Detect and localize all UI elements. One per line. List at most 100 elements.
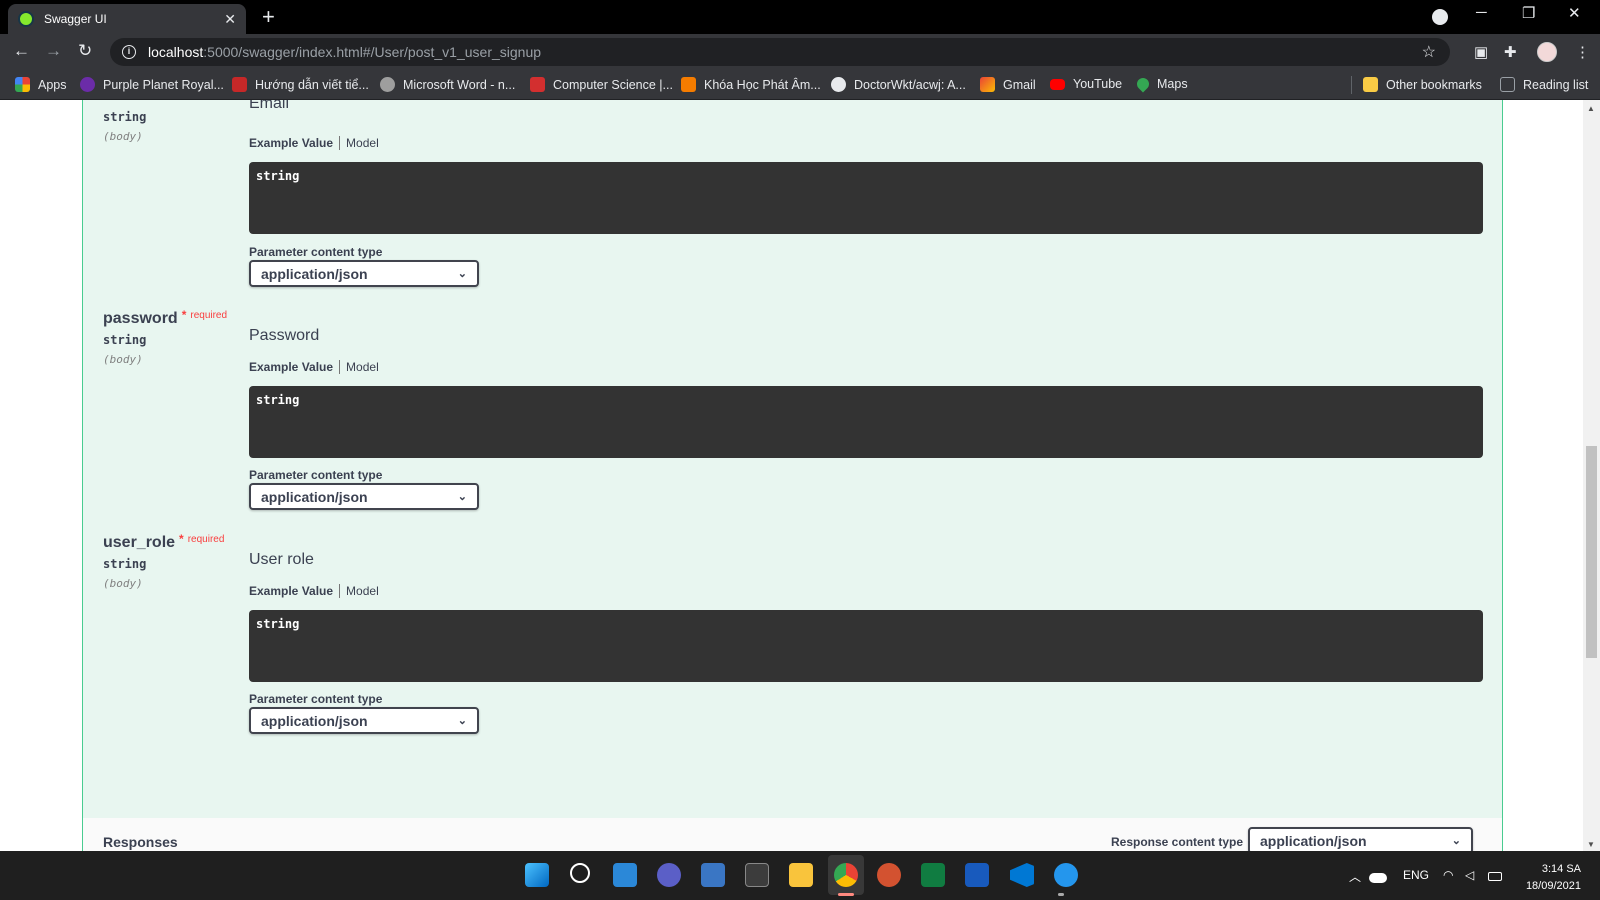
email-example-tabs: Example Value Model xyxy=(249,136,379,150)
password-example-value-tab[interactable]: Example Value xyxy=(249,360,341,374)
password-example-tabs: Example Value Model xyxy=(249,360,379,374)
word-icon[interactable] xyxy=(965,863,989,887)
input-language[interactable]: ENG xyxy=(1403,868,1429,882)
battery-icon[interactable] xyxy=(1488,872,1502,881)
file-explorer-icon[interactable] xyxy=(789,863,813,887)
restore-icon[interactable]: ❐ xyxy=(1522,4,1535,22)
bookmarks-separator xyxy=(1351,76,1352,94)
tray-chevron-up-icon[interactable]: ︿ xyxy=(1349,868,1361,885)
volume-icon[interactable]: ◁ xyxy=(1465,868,1474,882)
new-tab-button[interactable]: + xyxy=(262,5,275,29)
performance-monitor-icon[interactable] xyxy=(701,863,725,887)
email-description: Email xyxy=(249,100,290,112)
scroll-up-icon[interactable]: ▲ xyxy=(1587,104,1595,113)
title-bar: Swagger UI ✕ + ─ ❐ ✕ xyxy=(0,0,1600,34)
bookmark-star-icon[interactable]: ☆ xyxy=(1422,42,1436,62)
menu-kebab-icon[interactable]: ⋮ xyxy=(1575,43,1590,61)
bookmark-gmail[interactable]: Gmail xyxy=(980,77,1036,92)
email-example-code[interactable]: string xyxy=(249,162,1483,234)
scrollbar-thumb[interactable] xyxy=(1586,446,1597,658)
docker-running-indicator xyxy=(1058,893,1064,896)
email-in: (body) xyxy=(103,130,143,143)
response-content-type-select[interactable]: application/json ⌄ xyxy=(1248,827,1473,851)
clock-date: 18/09/2021 xyxy=(1525,880,1581,892)
user-role-param-name: user_role * required xyxy=(103,532,225,551)
bookmark-microsoft-word[interactable]: Microsoft Word - n... xyxy=(380,77,515,92)
scroll-down-icon[interactable]: ▼ xyxy=(1587,840,1595,849)
terminal-icon[interactable] xyxy=(745,863,769,887)
bookmark-github-acwj[interactable]: DoctorWkt/acwj: A... xyxy=(831,77,966,92)
bookmark-other[interactable]: Other bookmarks xyxy=(1363,77,1482,92)
close-window-icon[interactable]: ✕ xyxy=(1568,4,1581,22)
chevron-down-icon: ⌄ xyxy=(1451,835,1461,847)
user-role-content-type-select[interactable]: application/json ⌄ xyxy=(249,707,479,734)
back-icon[interactable]: ← xyxy=(13,42,30,60)
chevron-down-icon: ⌄ xyxy=(457,715,467,727)
computer-science-icon xyxy=(530,77,545,92)
email-content-type-select[interactable]: application/json ⌄ xyxy=(249,260,479,287)
minimize-icon[interactable]: ─ xyxy=(1476,4,1487,21)
address-bar[interactable]: i localhost:5000/swagger/index.html#/Use… xyxy=(110,38,1450,66)
email-type: string xyxy=(103,110,147,124)
site-info-icon[interactable]: i xyxy=(122,45,136,59)
search-icon[interactable] xyxy=(570,863,590,883)
browser-toolbar: ← → ↻ i localhost:5000/swagger/index.htm… xyxy=(0,34,1600,70)
apps-grid-icon xyxy=(15,77,30,92)
teams-chat-icon[interactable] xyxy=(657,863,681,887)
url-path: :5000/swagger/index.html#/User/post_v1_u… xyxy=(203,44,542,60)
docker-icon[interactable] xyxy=(1054,863,1078,887)
user-role-example-value-tab[interactable]: Example Value xyxy=(249,584,341,598)
maps-pin-icon xyxy=(1134,75,1152,93)
forward-icon[interactable]: → xyxy=(45,42,62,60)
tab-close-icon[interactable]: ✕ xyxy=(224,11,236,28)
huong-dan-icon xyxy=(232,77,247,92)
profile-avatar[interactable] xyxy=(1537,42,1557,62)
bookmark-purple-planet[interactable]: Purple Planet Royal... xyxy=(80,77,224,92)
user-role-model-tab[interactable]: Model xyxy=(340,584,379,598)
media-icon[interactable]: ▣ xyxy=(1474,43,1488,61)
browser-tab[interactable]: Swagger UI ✕ xyxy=(8,4,246,34)
password-example-code[interactable]: string xyxy=(249,386,1483,458)
responses-header: Responses Response content type applicat… xyxy=(82,818,1503,851)
email-example-value-tab[interactable]: Example Value xyxy=(249,136,341,150)
chevron-down-icon: ⌄ xyxy=(457,491,467,503)
user-role-example-tabs: Example Value Model xyxy=(249,584,379,598)
tab-title: Swagger UI xyxy=(44,12,107,26)
swagger-favicon-icon xyxy=(18,11,34,27)
clock-time: 3:14 SA xyxy=(1541,863,1581,875)
reload-icon[interactable]: ↻ xyxy=(78,42,92,60)
excel-icon[interactable] xyxy=(921,863,945,887)
extensions-icon[interactable]: ✚ xyxy=(1504,43,1517,61)
user-role-content-type-label: Parameter content type xyxy=(249,692,383,706)
bookmarks-bar: Apps Purple Planet Royal... Hướng dẫn vi… xyxy=(0,70,1600,100)
url-host: localhost xyxy=(148,44,204,60)
gmail-icon xyxy=(980,77,995,92)
bookmark-maps[interactable]: Maps xyxy=(1134,75,1188,93)
bookmark-reading-list[interactable]: Reading list xyxy=(1500,77,1588,92)
user-role-example-code[interactable]: string xyxy=(249,610,1483,682)
bookmark-apps[interactable]: Apps xyxy=(15,77,67,92)
responses-title: Responses xyxy=(103,834,178,850)
purple-planet-icon xyxy=(80,77,95,92)
email-content-type-label: Parameter content type xyxy=(249,245,383,259)
password-content-type-select[interactable]: application/json ⌄ xyxy=(249,483,479,510)
chrome-icon[interactable] xyxy=(834,863,858,887)
bookmark-computer-science[interactable]: Computer Science |... xyxy=(530,77,673,92)
start-windows-icon[interactable] xyxy=(525,863,549,887)
password-content-type-label: Parameter content type xyxy=(249,468,383,482)
tab-search-icon[interactable] xyxy=(1432,9,1448,25)
user-role-description: User role xyxy=(249,551,314,568)
bookmark-huong-dan[interactable]: Hướng dẫn viết tiể... xyxy=(232,77,369,92)
wifi-icon[interactable]: ◠ xyxy=(1443,868,1453,882)
system-clock[interactable]: 3:14 SA 18/09/2021 xyxy=(1521,861,1581,895)
user-role-type: string xyxy=(103,557,147,571)
bookmark-youtube[interactable]: YouTube xyxy=(1050,77,1122,91)
onedrive-cloud-icon[interactable] xyxy=(1369,873,1387,883)
task-view-icon[interactable] xyxy=(613,863,637,887)
bookmark-khoa-hoc[interactable]: Khóa Học Phát Âm... xyxy=(681,77,821,92)
password-model-tab[interactable]: Model xyxy=(340,360,379,374)
email-model-tab[interactable]: Model xyxy=(340,136,379,150)
password-in: (body) xyxy=(103,353,143,366)
password-description: Password xyxy=(249,327,320,344)
powerpoint-icon[interactable] xyxy=(877,863,901,887)
